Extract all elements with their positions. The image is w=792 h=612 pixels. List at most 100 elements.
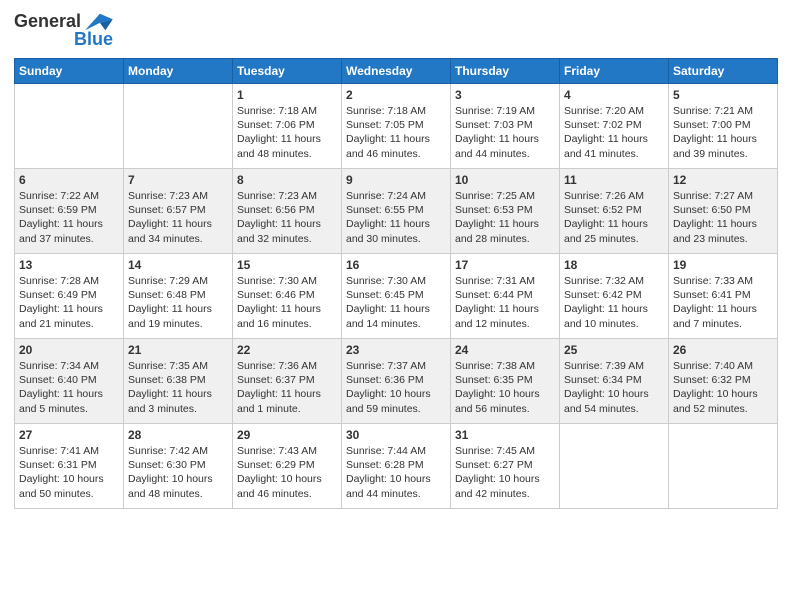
sunrise-text: Sunrise: 7:43 AM bbox=[237, 444, 337, 458]
day-number: 29 bbox=[237, 427, 337, 443]
day-number: 21 bbox=[128, 342, 228, 358]
day-number: 14 bbox=[128, 257, 228, 273]
calendar-cell: 7Sunrise: 7:23 AMSunset: 6:57 PMDaylight… bbox=[124, 168, 233, 253]
daylight-text: Daylight: 11 hours and 32 minutes. bbox=[237, 217, 337, 245]
sunset-text: Sunset: 6:36 PM bbox=[346, 373, 446, 387]
day-number: 7 bbox=[128, 172, 228, 188]
daylight-text: Daylight: 11 hours and 21 minutes. bbox=[19, 302, 119, 330]
sunrise-text: Sunrise: 7:40 AM bbox=[673, 359, 773, 373]
sunrise-text: Sunrise: 7:22 AM bbox=[19, 189, 119, 203]
calendar-table: SundayMondayTuesdayWednesdayThursdayFrid… bbox=[14, 58, 778, 509]
sunrise-text: Sunrise: 7:20 AM bbox=[564, 104, 664, 118]
sunrise-text: Sunrise: 7:24 AM bbox=[346, 189, 446, 203]
sunrise-text: Sunrise: 7:32 AM bbox=[564, 274, 664, 288]
daylight-text: Daylight: 11 hours and 19 minutes. bbox=[128, 302, 228, 330]
daylight-text: Daylight: 11 hours and 44 minutes. bbox=[455, 132, 555, 160]
calendar-week-row: 13Sunrise: 7:28 AMSunset: 6:49 PMDayligh… bbox=[15, 253, 778, 338]
page: General Blue SundayMondayTuesdayWednesda… bbox=[0, 0, 792, 612]
day-number: 10 bbox=[455, 172, 555, 188]
sunset-text: Sunset: 6:56 PM bbox=[237, 203, 337, 217]
calendar-cell: 19Sunrise: 7:33 AMSunset: 6:41 PMDayligh… bbox=[669, 253, 778, 338]
calendar-cell bbox=[669, 423, 778, 508]
daylight-text: Daylight: 11 hours and 48 minutes. bbox=[237, 132, 337, 160]
day-number: 30 bbox=[346, 427, 446, 443]
sunset-text: Sunset: 6:57 PM bbox=[128, 203, 228, 217]
calendar-header-monday: Monday bbox=[124, 58, 233, 83]
calendar-cell: 31Sunrise: 7:45 AMSunset: 6:27 PMDayligh… bbox=[451, 423, 560, 508]
sunrise-text: Sunrise: 7:38 AM bbox=[455, 359, 555, 373]
sunset-text: Sunset: 6:31 PM bbox=[19, 458, 119, 472]
sunset-text: Sunset: 6:52 PM bbox=[564, 203, 664, 217]
calendar-cell: 17Sunrise: 7:31 AMSunset: 6:44 PMDayligh… bbox=[451, 253, 560, 338]
day-number: 11 bbox=[564, 172, 664, 188]
calendar-cell: 30Sunrise: 7:44 AMSunset: 6:28 PMDayligh… bbox=[342, 423, 451, 508]
sunrise-text: Sunrise: 7:19 AM bbox=[455, 104, 555, 118]
sunrise-text: Sunrise: 7:18 AM bbox=[237, 104, 337, 118]
day-number: 1 bbox=[237, 87, 337, 103]
calendar-cell: 3Sunrise: 7:19 AMSunset: 7:03 PMDaylight… bbox=[451, 83, 560, 168]
sunset-text: Sunset: 7:02 PM bbox=[564, 118, 664, 132]
sunrise-text: Sunrise: 7:29 AM bbox=[128, 274, 228, 288]
day-number: 31 bbox=[455, 427, 555, 443]
sunset-text: Sunset: 6:32 PM bbox=[673, 373, 773, 387]
calendar-cell: 18Sunrise: 7:32 AMSunset: 6:42 PMDayligh… bbox=[560, 253, 669, 338]
daylight-text: Daylight: 11 hours and 46 minutes. bbox=[346, 132, 446, 160]
daylight-text: Daylight: 10 hours and 44 minutes. bbox=[346, 472, 446, 500]
calendar-cell: 14Sunrise: 7:29 AMSunset: 6:48 PMDayligh… bbox=[124, 253, 233, 338]
sunset-text: Sunset: 6:59 PM bbox=[19, 203, 119, 217]
day-number: 20 bbox=[19, 342, 119, 358]
sunrise-text: Sunrise: 7:21 AM bbox=[673, 104, 773, 118]
daylight-text: Daylight: 11 hours and 34 minutes. bbox=[128, 217, 228, 245]
daylight-text: Daylight: 11 hours and 23 minutes. bbox=[673, 217, 773, 245]
sunset-text: Sunset: 7:00 PM bbox=[673, 118, 773, 132]
calendar-cell: 8Sunrise: 7:23 AMSunset: 6:56 PMDaylight… bbox=[233, 168, 342, 253]
sunrise-text: Sunrise: 7:35 AM bbox=[128, 359, 228, 373]
calendar-cell bbox=[560, 423, 669, 508]
day-number: 18 bbox=[564, 257, 664, 273]
daylight-text: Daylight: 11 hours and 30 minutes. bbox=[346, 217, 446, 245]
sunset-text: Sunset: 6:46 PM bbox=[237, 288, 337, 302]
daylight-text: Daylight: 11 hours and 7 minutes. bbox=[673, 302, 773, 330]
daylight-text: Daylight: 11 hours and 14 minutes. bbox=[346, 302, 446, 330]
sunset-text: Sunset: 6:29 PM bbox=[237, 458, 337, 472]
sunrise-text: Sunrise: 7:42 AM bbox=[128, 444, 228, 458]
calendar-header-friday: Friday bbox=[560, 58, 669, 83]
calendar-header-thursday: Thursday bbox=[451, 58, 560, 83]
sunset-text: Sunset: 6:28 PM bbox=[346, 458, 446, 472]
calendar-cell bbox=[124, 83, 233, 168]
calendar-cell: 10Sunrise: 7:25 AMSunset: 6:53 PMDayligh… bbox=[451, 168, 560, 253]
sunrise-text: Sunrise: 7:39 AM bbox=[564, 359, 664, 373]
calendar-cell: 13Sunrise: 7:28 AMSunset: 6:49 PMDayligh… bbox=[15, 253, 124, 338]
sunset-text: Sunset: 6:34 PM bbox=[564, 373, 664, 387]
day-number: 13 bbox=[19, 257, 119, 273]
sunrise-text: Sunrise: 7:37 AM bbox=[346, 359, 446, 373]
sunset-text: Sunset: 6:27 PM bbox=[455, 458, 555, 472]
sunset-text: Sunset: 6:35 PM bbox=[455, 373, 555, 387]
calendar-cell: 26Sunrise: 7:40 AMSunset: 6:32 PMDayligh… bbox=[669, 338, 778, 423]
daylight-text: Daylight: 11 hours and 12 minutes. bbox=[455, 302, 555, 330]
sunrise-text: Sunrise: 7:44 AM bbox=[346, 444, 446, 458]
calendar-cell: 27Sunrise: 7:41 AMSunset: 6:31 PMDayligh… bbox=[15, 423, 124, 508]
calendar-header-saturday: Saturday bbox=[669, 58, 778, 83]
day-number: 22 bbox=[237, 342, 337, 358]
day-number: 6 bbox=[19, 172, 119, 188]
sunrise-text: Sunrise: 7:31 AM bbox=[455, 274, 555, 288]
sunrise-text: Sunrise: 7:23 AM bbox=[128, 189, 228, 203]
sunset-text: Sunset: 6:38 PM bbox=[128, 373, 228, 387]
sunset-text: Sunset: 6:30 PM bbox=[128, 458, 228, 472]
day-number: 12 bbox=[673, 172, 773, 188]
sunrise-text: Sunrise: 7:26 AM bbox=[564, 189, 664, 203]
daylight-text: Daylight: 10 hours and 54 minutes. bbox=[564, 387, 664, 415]
calendar-cell: 21Sunrise: 7:35 AMSunset: 6:38 PMDayligh… bbox=[124, 338, 233, 423]
calendar-cell: 1Sunrise: 7:18 AMSunset: 7:06 PMDaylight… bbox=[233, 83, 342, 168]
calendar-cell: 6Sunrise: 7:22 AMSunset: 6:59 PMDaylight… bbox=[15, 168, 124, 253]
sunrise-text: Sunrise: 7:45 AM bbox=[455, 444, 555, 458]
sunset-text: Sunset: 6:53 PM bbox=[455, 203, 555, 217]
calendar-cell: 16Sunrise: 7:30 AMSunset: 6:45 PMDayligh… bbox=[342, 253, 451, 338]
calendar-header-wednesday: Wednesday bbox=[342, 58, 451, 83]
calendar-cell: 9Sunrise: 7:24 AMSunset: 6:55 PMDaylight… bbox=[342, 168, 451, 253]
calendar-cell: 20Sunrise: 7:34 AMSunset: 6:40 PMDayligh… bbox=[15, 338, 124, 423]
sunrise-text: Sunrise: 7:28 AM bbox=[19, 274, 119, 288]
day-number: 3 bbox=[455, 87, 555, 103]
daylight-text: Daylight: 10 hours and 50 minutes. bbox=[19, 472, 119, 500]
